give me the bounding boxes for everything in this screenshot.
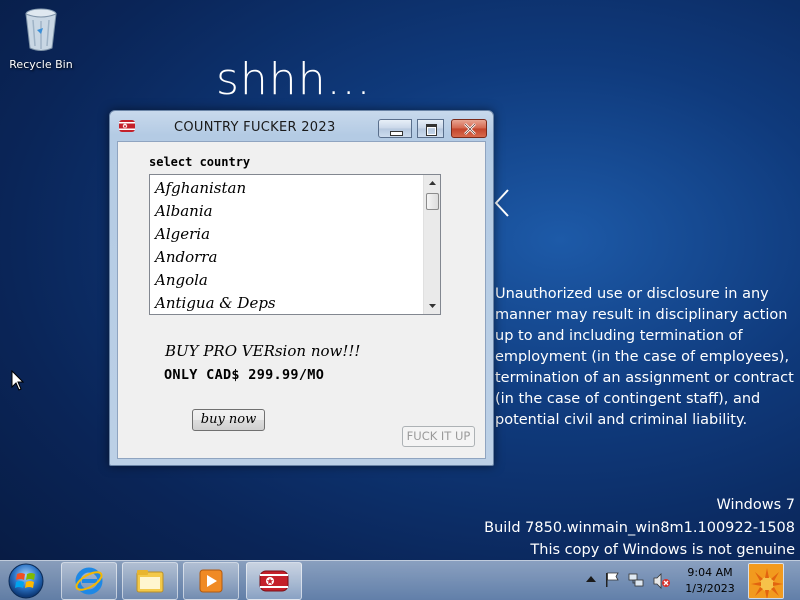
chevron-up-icon[interactable] — [586, 575, 596, 583]
media-player-icon — [199, 569, 223, 593]
windows-logo-icon — [8, 563, 44, 599]
scroll-up-button[interactable] — [424, 175, 440, 191]
buy-now-button[interactable]: buy now — [192, 409, 265, 431]
volume-muted-icon[interactable] — [653, 573, 671, 589]
flag-icon[interactable] — [605, 572, 619, 588]
window-client-area: select country Afghanistan Albania Alger… — [117, 141, 486, 459]
list-item[interactable]: Algeria — [150, 221, 424, 244]
list-item[interactable]: Afghanistan — [150, 175, 424, 198]
taskbar-app-media-player[interactable] — [183, 562, 239, 600]
show-desktop-button[interactable] — [748, 563, 784, 599]
promo-headline: BUY PRO VERsion now!!! — [165, 342, 361, 360]
windows-watermark: Windows 7 Build 7850.winmain_win8m1.1009… — [484, 494, 795, 562]
scroll-down-button[interactable] — [424, 298, 440, 314]
chevron-left-icon[interactable] — [492, 188, 512, 218]
maximize-button[interactable] — [417, 119, 444, 138]
title-bar[interactable]: COUNTRY FUCKER 2023 — [110, 111, 493, 141]
clock-time: 9:04 AM — [687, 566, 733, 579]
list-item[interactable]: Albania — [150, 198, 424, 221]
clock-date: 1/3/2023 — [685, 582, 735, 595]
watermark-build: Build 7850.winmain_win8m1.100922-1508 — [484, 519, 795, 536]
app-window: COUNTRY FUCKER 2023 select country Afgha… — [109, 110, 494, 466]
arrow-up-icon — [428, 181, 436, 185]
desktop-heading: shhh... — [216, 54, 372, 105]
arrow-down-icon — [428, 304, 436, 308]
close-button[interactable] — [451, 119, 487, 138]
minimize-button[interactable] — [378, 119, 412, 138]
action-button[interactable]: FUCK IT UP — [402, 426, 475, 447]
select-country-label: select country — [149, 155, 251, 169]
desktop-icon-label: Recycle Bin — [9, 58, 73, 71]
watermark-os: Windows 7 — [716, 497, 795, 513]
promo-price: ONLY CAD$ 299.99/MO — [164, 367, 325, 383]
country-listbox[interactable]: Afghanistan Albania Algeria Andorra Ango… — [149, 174, 441, 315]
close-icon — [464, 123, 476, 135]
network-icon[interactable] — [628, 572, 644, 588]
scroll-thumb[interactable] — [426, 193, 439, 210]
start-button[interactable] — [6, 562, 46, 600]
list-item[interactable]: Angola — [150, 267, 424, 290]
user-picture-icon — [749, 564, 783, 598]
system-clock[interactable]: 9:04 AM 1/3/2023 — [680, 565, 740, 597]
app-icon — [119, 120, 135, 132]
country-app-icon — [259, 570, 289, 592]
recycle-bin-icon — [25, 8, 57, 51]
country-list: Afghanistan Albania Algeria Andorra Ango… — [150, 175, 424, 313]
list-item[interactable]: Andorra — [150, 244, 424, 267]
taskbar-app-country[interactable] — [246, 562, 302, 600]
taskbar-app-ie[interactable] — [61, 562, 117, 600]
file-explorer-icon — [136, 570, 164, 593]
watermark-genuine: This copy of Windows is not genuine — [530, 542, 795, 558]
internet-explorer-icon — [75, 567, 103, 595]
taskbar: 9:04 AM 1/3/2023 — [0, 560, 800, 600]
desktop-icon-recycle-bin[interactable]: Recycle Bin — [6, 6, 76, 71]
window-title: COUNTRY FUCKER 2023 — [174, 120, 336, 135]
taskbar-app-explorer[interactable] — [122, 562, 178, 600]
list-item[interactable]: Antigua & Deps — [150, 290, 424, 313]
disclaimer-text: Unauthorized use or disclosure in any ma… — [495, 286, 794, 428]
listbox-scrollbar[interactable] — [423, 175, 440, 314]
mouse-cursor-icon — [11, 370, 25, 391]
